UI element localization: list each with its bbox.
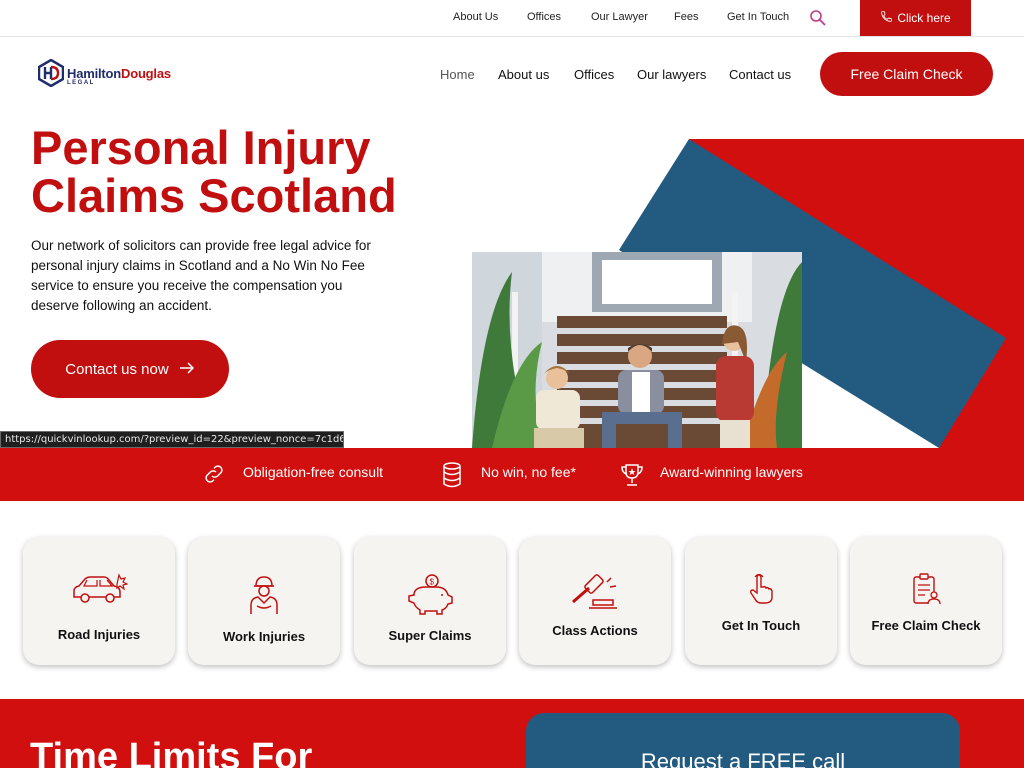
nav-our-lawyers[interactable]: Our lawyers — [637, 67, 706, 82]
service-card-get-in-touch[interactable]: Get In Touch — [685, 537, 837, 665]
status-bar-url: https://quickvinlookup.com/?preview_id=2… — [0, 431, 344, 448]
feature-no-win-no-fee: No win, no fee* — [481, 464, 576, 480]
free-claim-check-button[interactable]: Free Claim Check — [820, 52, 993, 96]
arrow-right-icon — [179, 361, 195, 378]
top-utility-bar: About Us Offices Our Lawyer Fees Get In … — [0, 0, 1024, 37]
coins-icon — [442, 462, 462, 493]
click-here-button[interactable]: Click here — [860, 0, 971, 36]
service-label-free-claim-check: Free Claim Check — [871, 618, 981, 633]
car-crash-icon — [23, 573, 175, 607]
topbar-link-our-lawyer[interactable]: Our Lawyer — [591, 11, 648, 23]
time-limits-title: Time Limits For — [30, 736, 313, 768]
nav-offices[interactable]: Offices — [574, 67, 614, 82]
request-call-box: Request a FREE call — [526, 713, 960, 768]
link-icon — [202, 462, 226, 491]
svg-text:$: $ — [430, 578, 435, 587]
nav-contact-us[interactable]: Contact us — [729, 67, 791, 82]
service-label-super-claims: Super Claims — [388, 628, 472, 643]
feature-obligation-free: Obligation-free consult — [243, 464, 384, 480]
topbar-link-offices[interactable]: Offices — [527, 11, 561, 23]
site-logo[interactable]: HamiltonDouglas LEGAL — [38, 59, 188, 91]
phone-icon — [880, 10, 893, 26]
clipboard-icon — [850, 573, 1002, 605]
worker-icon — [188, 573, 340, 615]
search-icon[interactable] — [809, 9, 827, 27]
service-card-free-claim-check[interactable]: Free Claim Check — [850, 537, 1002, 665]
topbar-link-get-in-touch[interactable]: Get In Touch — [727, 11, 789, 23]
service-label-class-actions: Class Actions — [552, 623, 638, 638]
request-call-title: Request a FREE call — [640, 749, 846, 768]
nav-about-us[interactable]: About us — [498, 67, 549, 82]
logo-text: HamiltonDouglas — [67, 66, 171, 81]
service-card-road-injuries[interactable]: Road Injuries — [23, 537, 175, 665]
piggy-bank-icon: $ — [354, 573, 506, 615]
trophy-icon — [619, 462, 645, 493]
logo-mark-icon — [38, 59, 64, 87]
hero-description: Our network of solicitors can provide fr… — [31, 238, 371, 313]
gavel-icon — [519, 572, 671, 610]
contact-us-now-button[interactable]: Contact us now — [31, 340, 229, 398]
hero-title: Personal Injury Claims Scotland — [31, 121, 397, 222]
service-label-get-in-touch: Get In Touch — [721, 618, 801, 633]
service-label-road-injuries: Road Injuries — [57, 627, 141, 642]
service-label-work-injuries: Work Injuries — [222, 629, 306, 644]
topbar-link-about-us[interactable]: About Us — [453, 11, 498, 23]
service-card-class-actions[interactable]: Class Actions — [519, 537, 671, 665]
page: About Us Offices Our Lawyer Fees Get In … — [0, 0, 1024, 768]
hero-photo — [472, 252, 802, 448]
service-card-work-injuries[interactable]: Work Injuries — [188, 537, 340, 665]
service-card-super-claims[interactable]: $ Super Claims — [354, 537, 506, 665]
contact-us-now-label: Contact us now — [65, 360, 169, 378]
hand-pointer-icon — [685, 573, 837, 605]
topbar-link-fees[interactable]: Fees — [674, 11, 698, 23]
feature-band: Obligation-free consult No win, no fee* … — [0, 448, 1024, 501]
logo-sub: LEGAL — [67, 80, 95, 86]
nav-home[interactable]: Home — [440, 67, 475, 82]
feature-award-winning: Award-winning lawyers — [660, 464, 803, 480]
click-here-label: Click here — [897, 11, 951, 25]
